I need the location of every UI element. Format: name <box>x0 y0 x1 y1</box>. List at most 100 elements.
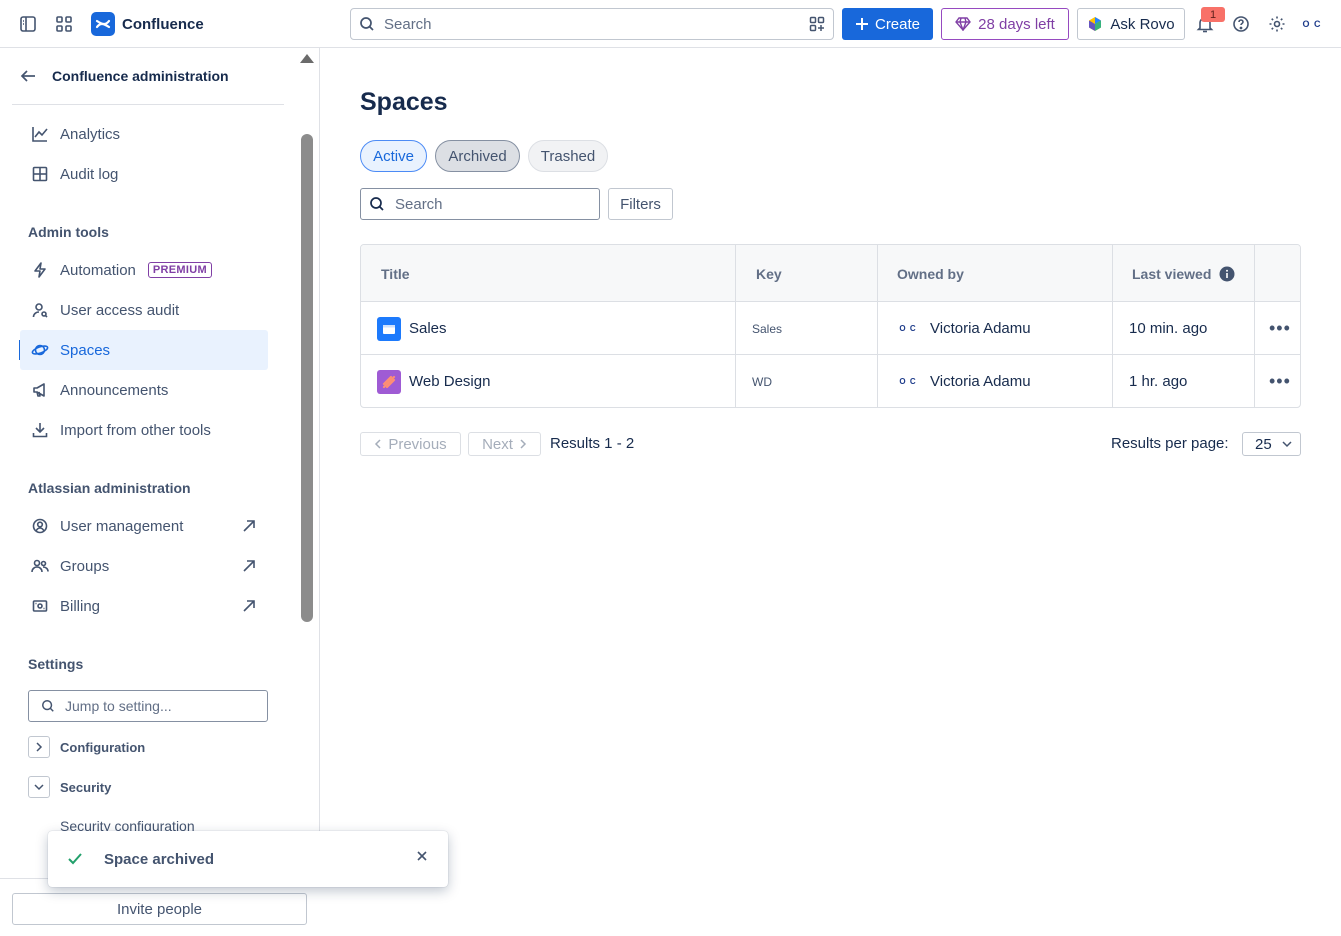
notification-count-badge: 1 <box>1201 7 1225 22</box>
tree-item-configuration[interactable]: Configuration <box>28 736 145 758</box>
owner-cell: O C Victoria Adamu <box>897 302 1031 355</box>
external-link-icon <box>242 559 256 573</box>
search-icon <box>369 196 385 212</box>
sidebar-item-automation[interactable]: Automation PREMIUM <box>20 250 268 290</box>
megaphone-icon <box>20 382 60 398</box>
previous-label: Previous <box>388 435 447 453</box>
table-row[interactable]: Web Design WD O C Victoria Adamu 1 hr. a… <box>361 355 1300 407</box>
column-header-label: Last viewed <box>1132 265 1212 282</box>
space-key: Sales <box>752 321 783 336</box>
sidebar-item-label: Import from other tools <box>60 421 211 439</box>
jump-to-setting-input[interactable]: Jump to setting... <box>28 690 268 722</box>
results-per-page-value: 25 <box>1255 435 1272 453</box>
section-title-settings: Settings <box>28 656 84 672</box>
sidebar-item-label: Spaces <box>60 341 111 359</box>
space-key: WD <box>752 374 772 389</box>
back-arrow-icon[interactable] <box>12 68 44 84</box>
sidebar-item-spaces[interactable]: Spaces <box>20 330 268 370</box>
column-divider <box>735 245 736 407</box>
tab-active[interactable]: Active <box>360 140 427 172</box>
global-search-placeholder: Search <box>384 15 432 33</box>
info-icon[interactable] <box>1219 266 1235 282</box>
tab-archived[interactable]: Archived <box>435 140 520 172</box>
previous-button[interactable]: Previous <box>360 432 461 456</box>
spaces-search-placeholder: Search <box>395 195 443 213</box>
column-divider <box>1254 245 1255 407</box>
sidebar-header: Confluence administration <box>12 48 284 105</box>
space-title[interactable]: Sales <box>409 320 447 337</box>
column-header-key[interactable]: Key <box>756 245 782 302</box>
sidebar-item-user-access-audit[interactable]: User access audit <box>20 290 268 330</box>
table-icon <box>20 166 60 182</box>
chevron-down-icon <box>1282 440 1292 448</box>
sidebar-item-label: Groups <box>60 557 110 575</box>
trial-days-button[interactable]: 28 days left <box>941 8 1069 40</box>
person-search-icon <box>20 302 60 318</box>
user-avatar[interactable]: O C <box>1300 12 1324 36</box>
sidebar-item-user-management[interactable]: User management <box>20 506 268 546</box>
chevron-right-icon[interactable] <box>28 736 50 758</box>
sidebar-title: Confluence administration <box>52 68 229 84</box>
trial-label: 28 days left <box>978 15 1055 33</box>
tree-item-label: Configuration <box>60 739 146 755</box>
last-viewed: 10 min. ago <box>1129 320 1208 337</box>
premium-badge: PREMIUM <box>147 262 212 278</box>
owner-cell: O C Victoria Adamu <box>897 355 1031 407</box>
more-actions-icon[interactable]: ••• <box>1269 355 1291 407</box>
space-title-cell[interactable]: Sales <box>377 302 447 355</box>
settings-gear-icon[interactable] <box>1265 12 1289 36</box>
filters-button[interactable]: Filters <box>608 188 673 220</box>
tree-item-label: Security <box>60 779 112 795</box>
app-switcher-icon[interactable] <box>52 12 76 36</box>
more-actions-icon[interactable]: ••• <box>1269 302 1291 355</box>
column-divider <box>1112 245 1113 407</box>
invite-people-button[interactable]: Invite people <box>12 893 307 925</box>
planet-icon <box>20 342 60 358</box>
billing-icon <box>20 598 60 614</box>
tree-item-security[interactable]: Security <box>28 776 111 798</box>
checkmark-icon <box>68 853 82 865</box>
sidebar-item-billing[interactable]: Billing <box>20 586 268 626</box>
chevron-right-icon <box>519 439 527 449</box>
sidebar-toggle-icon[interactable] <box>16 12 40 36</box>
rovo-label: Ask Rovo <box>1110 15 1175 33</box>
confluence-logo[interactable]: Confluence <box>91 12 204 36</box>
column-divider <box>877 245 878 407</box>
sidebar-item-import[interactable]: Import from other tools <box>20 410 268 450</box>
table-header: Title Key Owned by Last viewed <box>361 245 1300 302</box>
sidebar-item-audit-log[interactable]: Audit log <box>20 154 268 194</box>
chevron-down-icon[interactable] <box>28 776 50 798</box>
person-circle-icon <box>20 518 60 534</box>
diamond-icon <box>955 17 972 31</box>
external-link-icon <box>242 599 256 613</box>
toast-message: Space archived <box>104 850 215 868</box>
sidebar-scrollbar[interactable] <box>301 134 313 622</box>
tab-trashed[interactable]: Trashed <box>528 140 608 172</box>
sidebar-item-groups[interactable]: Groups <box>20 546 268 586</box>
column-header-owned-by[interactable]: Owned by <box>897 245 964 302</box>
search-icon <box>41 699 55 713</box>
search-filter-icon[interactable] <box>809 16 825 32</box>
plus-icon <box>855 17 869 31</box>
global-search-input[interactable]: Search <box>350 8 834 40</box>
space-title-cell[interactable]: Web Design <box>377 355 490 407</box>
owner-name[interactable]: Victoria Adamu <box>930 320 1031 337</box>
download-icon <box>20 422 60 438</box>
results-per-page-select[interactable]: 25 <box>1242 432 1301 456</box>
sidebar-item-announcements[interactable]: Announcements <box>20 370 268 410</box>
owner-name[interactable]: Victoria Adamu <box>930 373 1031 390</box>
column-header-last-viewed[interactable]: Last viewed <box>1132 245 1235 302</box>
column-header-title[interactable]: Title <box>381 245 410 302</box>
table-row[interactable]: Sales Sales O C Victoria Adamu 10 min. a… <box>361 302 1300 355</box>
sidebar-item-analytics[interactable]: Analytics <box>20 114 268 154</box>
rovo-icon <box>1087 16 1103 32</box>
help-icon[interactable] <box>1229 12 1253 36</box>
spaces-search-input[interactable]: Search <box>360 188 600 220</box>
people-icon <box>20 558 60 574</box>
create-button[interactable]: Create <box>842 8 933 40</box>
next-button[interactable]: Next <box>468 432 541 456</box>
ask-rovo-button[interactable]: Ask Rovo <box>1077 8 1185 40</box>
space-title[interactable]: Web Design <box>409 373 490 390</box>
lightning-icon <box>20 262 60 278</box>
scroll-up-arrow[interactable] <box>300 54 314 63</box>
